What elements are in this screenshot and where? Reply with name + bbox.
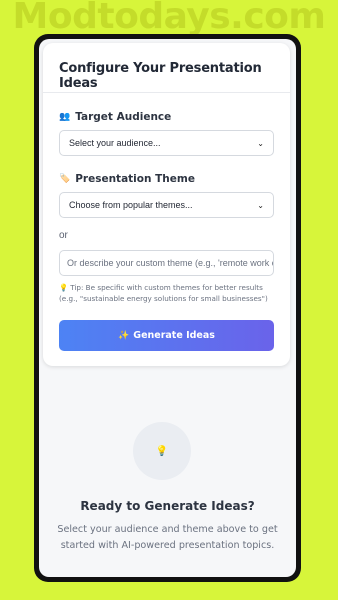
theme-select-value: Choose from popular themes... (69, 200, 193, 210)
custom-theme-input[interactable]: Or describe your custom theme (e.g., 're… (59, 250, 274, 276)
theme-label-text: Presentation Theme (75, 173, 195, 185)
audience-label: 👥 Target Audience (59, 111, 171, 123)
audience-select[interactable]: Select your audience... ⌄ (59, 130, 274, 156)
audience-label-text: Target Audience (75, 111, 172, 123)
watermark-logo: Modtodays.com (12, 0, 326, 37)
sparkles-icon: ✨ (118, 330, 130, 341)
or-divider-text: or (59, 230, 68, 241)
empty-state-icon-circle: 💡 (133, 422, 191, 480)
custom-theme-placeholder: Or describe your custom theme (e.g., 're… (67, 258, 274, 268)
tip-text-content: Tip: Be specific with custom themes for … (59, 283, 268, 303)
app-screen: Configure Your Presentation Ideas 👥 Targ… (39, 39, 296, 577)
lightbulb-icon: 💡 (59, 283, 68, 292)
theme-label: 🏷️ Presentation Theme (59, 173, 195, 185)
theme-select[interactable]: Choose from popular themes... ⌄ (59, 192, 274, 218)
generate-ideas-button[interactable]: ✨ Generate Ideas (59, 320, 274, 351)
chevron-down-icon: ⌄ (257, 200, 264, 210)
lightbulb-icon: 💡 (155, 445, 169, 457)
empty-state-description: Select your audience and theme above to … (57, 524, 278, 551)
generate-ideas-label: Generate Ideas (133, 330, 215, 341)
card-title: Configure Your Presentation Ideas (59, 61, 262, 91)
people-icon: 👥 (59, 112, 71, 122)
card-header: Configure Your Presentation Ideas (43, 43, 290, 93)
tip-text: 💡 Tip: Be specific with custom themes fo… (59, 282, 274, 304)
audience-select-value: Select your audience... (69, 138, 161, 148)
tag-icon: 🏷️ (59, 174, 71, 184)
chevron-down-icon: ⌄ (257, 138, 264, 148)
config-card: Configure Your Presentation Ideas 👥 Targ… (43, 43, 290, 366)
phone-frame: Configure Your Presentation Ideas 👥 Targ… (34, 34, 301, 582)
empty-state-title: Ready to Generate Ideas? (80, 499, 255, 513)
